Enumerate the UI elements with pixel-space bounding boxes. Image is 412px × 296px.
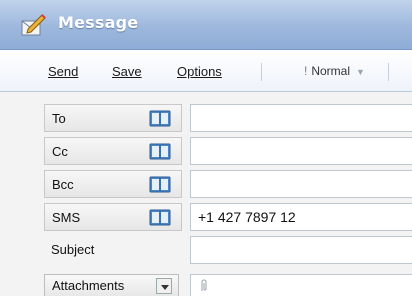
cc-field[interactable] xyxy=(190,137,412,165)
options-button[interactable]: Options xyxy=(177,64,222,79)
chevron-down-icon: ▼ xyxy=(356,67,365,77)
bcc-label: Bcc xyxy=(52,177,74,192)
address-book-icon xyxy=(149,143,171,160)
toolbar-divider xyxy=(388,63,389,81)
subject-label: Subject xyxy=(51,242,95,257)
sms-label: SMS xyxy=(52,210,81,225)
attachments-field[interactable] xyxy=(190,274,412,296)
attachments-label: Attachments xyxy=(52,278,125,293)
bcc-address-button[interactable]: Bcc xyxy=(44,170,182,198)
bcc-row: Bcc xyxy=(0,170,412,200)
priority-icon: ! xyxy=(304,64,308,78)
send-button[interactable]: Send xyxy=(48,64,78,79)
cc-label: Cc xyxy=(52,144,68,159)
address-book-icon xyxy=(149,176,171,193)
to-field[interactable] xyxy=(190,104,412,132)
subject-field[interactable] xyxy=(190,236,412,264)
to-row: To xyxy=(0,104,412,134)
sms-field[interactable]: +1 427 7897 12 xyxy=(190,203,412,231)
priority-value: Normal xyxy=(311,64,351,78)
address-book-icon xyxy=(149,209,171,226)
to-label: To xyxy=(52,111,66,126)
sms-row: SMS +1 427 7897 12 xyxy=(0,203,412,233)
attachments-button[interactable]: Attachments xyxy=(44,274,179,296)
address-book-icon xyxy=(149,110,171,127)
attachments-dropdown-icon[interactable] xyxy=(156,278,172,294)
message-header-fields: To Cc Bcc SMS +1 427 7897 12 Subject xyxy=(0,92,412,296)
cc-address-button[interactable]: Cc xyxy=(44,137,182,165)
sms-address-button[interactable]: SMS xyxy=(44,203,182,231)
subject-row: Subject xyxy=(0,236,412,266)
save-button[interactable]: Save xyxy=(112,64,142,79)
to-address-button[interactable]: To xyxy=(44,104,182,132)
compose-message-icon xyxy=(21,14,46,36)
cc-row: Cc xyxy=(0,137,412,167)
window-title: Message xyxy=(58,13,139,32)
message-window: Message Send Save Options !Normal ▼ To xyxy=(0,0,412,296)
toolbar-divider xyxy=(261,63,262,81)
sms-value: +1 427 7897 12 xyxy=(198,209,296,225)
paperclip-icon xyxy=(201,279,207,291)
bcc-field[interactable] xyxy=(190,170,412,198)
title-bar: Message xyxy=(0,0,412,50)
priority-dropdown[interactable]: ! Normal ▼ xyxy=(304,64,365,78)
toolbar: Send Save Options ! Normal ▼ xyxy=(0,50,412,92)
